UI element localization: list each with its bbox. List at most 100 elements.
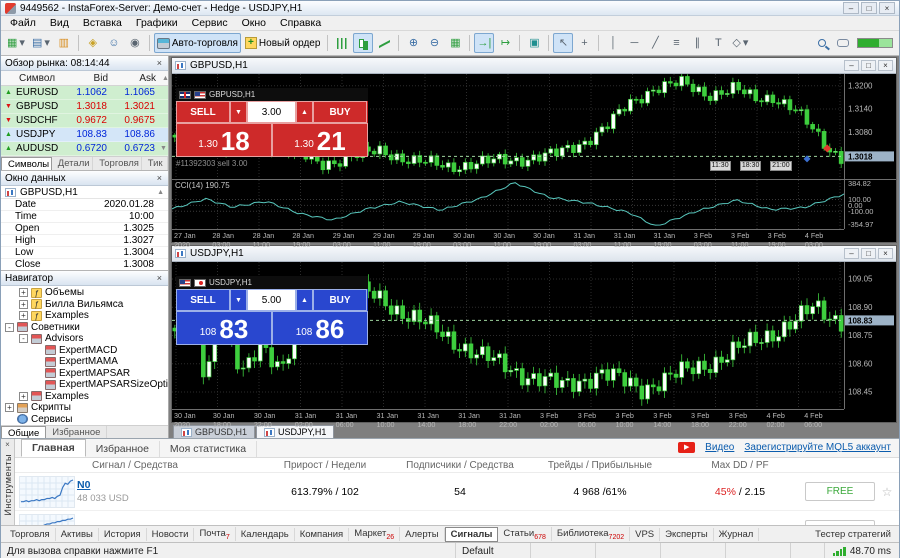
- sell-button[interactable]: SELL: [176, 101, 230, 123]
- navigator-item[interactable]: +ƒExamples: [1, 310, 168, 322]
- signal-link[interactable]: N0: [77, 479, 90, 491]
- fibo-button[interactable]: ≡: [666, 33, 686, 53]
- register-mql5-link[interactable]: Зарегистрируйте MQL5 аккаунт: [744, 442, 891, 453]
- toolbox-tab-Почта[interactable]: Почта7: [194, 527, 235, 542]
- broadcast-button[interactable]: ◉: [125, 33, 145, 53]
- search-button[interactable]: [812, 33, 832, 53]
- accounts-button[interactable]: ▥: [54, 33, 74, 53]
- close-icon[interactable]: ×: [155, 58, 164, 68]
- tile-windows-button[interactable]: ▦: [445, 33, 465, 53]
- minimize-button[interactable]: –: [844, 60, 859, 71]
- free-button[interactable]: FREE: [805, 482, 875, 501]
- toolbox-vertical-tab[interactable]: Инструменты: [3, 454, 13, 516]
- toolbox-tab-Журнал[interactable]: Журнал: [714, 528, 760, 541]
- toolbox-tab-Компания[interactable]: Компания: [295, 528, 349, 541]
- tab-Тик[interactable]: Тик: [142, 157, 168, 170]
- sell-price[interactable]: 10883: [176, 311, 272, 345]
- close-icon[interactable]: ×: [155, 273, 164, 283]
- maximize-button[interactable]: □: [861, 2, 877, 14]
- collapse-icon[interactable]: -: [19, 334, 28, 343]
- status-profile[interactable]: Default: [456, 543, 531, 558]
- market-watch-row[interactable]: ▲AUDUSD0.67200.6723▼: [1, 142, 168, 156]
- signal-row[interactable]: N048 033 USD613.79% / 102544 968 /61%45%…: [15, 473, 899, 511]
- candles-button[interactable]: [353, 33, 373, 53]
- close-button[interactable]: ×: [879, 2, 895, 14]
- text-button[interactable]: T: [708, 33, 728, 53]
- video-link[interactable]: Видео: [705, 442, 734, 453]
- maximize-button[interactable]: □: [861, 248, 876, 259]
- expand-icon[interactable]: +: [19, 311, 28, 320]
- market-watch-row[interactable]: ▲USDJPY108.83108.86: [1, 128, 168, 142]
- minimize-button[interactable]: –: [843, 2, 859, 14]
- toolbox-tab-Эксперты[interactable]: Эксперты: [660, 528, 714, 541]
- vertical-line-button[interactable]: │: [603, 33, 623, 53]
- deposit-button[interactable]: ◈: [83, 33, 103, 53]
- tab-Символы[interactable]: Символы: [1, 157, 52, 170]
- close-icon[interactable]: ×: [155, 173, 164, 183]
- tab-Моя статистика[interactable]: Моя статистика: [160, 441, 257, 457]
- scroll-up-icon[interactable]: ▲: [157, 189, 164, 196]
- tab-Торговля[interactable]: Торговля: [93, 157, 142, 170]
- toolbox-tab-Торговля[interactable]: Торговля: [5, 528, 56, 541]
- close-button[interactable]: ×: [878, 248, 893, 259]
- expand-icon[interactable]: +: [5, 403, 14, 412]
- toolbox-tab-Сигналы[interactable]: Сигналы: [445, 527, 499, 542]
- tab-Детали[interactable]: Детали: [52, 157, 93, 170]
- connection-meter[interactable]: [854, 33, 896, 53]
- scroll-up-icon[interactable]: ▲: [159, 75, 168, 82]
- expand-icon[interactable]: +: [19, 288, 28, 297]
- menu-item[interactable]: Сервис: [185, 17, 235, 29]
- volume-input[interactable]: 5.00: [247, 289, 296, 311]
- market-watch-row[interactable]: ▼GBPUSD1.30181.3021: [1, 100, 168, 114]
- trading-panel-header[interactable]: GBPUSD,H1: [176, 88, 368, 101]
- market-watch-row[interactable]: ▼USDCHF0.96720.9675: [1, 114, 168, 128]
- menu-item[interactable]: Графики: [129, 17, 185, 29]
- expand-icon[interactable]: +: [19, 300, 28, 309]
- tab-Избранное[interactable]: Избранное: [86, 441, 160, 457]
- toolbox-tab-Библиотека[interactable]: Библиотека7202: [552, 527, 630, 542]
- toolbox-tab-Календарь[interactable]: Календарь: [236, 528, 295, 541]
- toolbox-tab-Статьи[interactable]: Статьи678: [498, 527, 551, 542]
- collapse-icon[interactable]: -: [5, 323, 14, 332]
- channel-button[interactable]: ∥: [687, 33, 707, 53]
- navigator-item[interactable]: ExpertMAPSAR: [1, 368, 168, 380]
- trendline-button[interactable]: ╱: [645, 33, 665, 53]
- navigator-item[interactable]: +Скрипты: [1, 402, 168, 414]
- new-order-button[interactable]: +Новый ордер: [242, 33, 324, 53]
- close-icon[interactable]: ×: [5, 439, 10, 450]
- volume-decrease-button[interactable]: ▼: [230, 289, 247, 311]
- zoom-in-button[interactable]: ⊕: [403, 33, 423, 53]
- navigator-item[interactable]: +ƒБилла Вильямса: [1, 299, 168, 311]
- new-chart-button[interactable]: ▦▾: [4, 33, 28, 53]
- buy-button[interactable]: BUY: [313, 289, 367, 311]
- favorite-star-icon[interactable]: ☆: [875, 485, 899, 499]
- shapes-button[interactable]: ◇▾: [729, 33, 751, 53]
- sell-button[interactable]: SELL: [176, 289, 230, 311]
- signal-row[interactable]: Prospector Scalper EA201.54% / 912653 42…: [15, 511, 899, 525]
- community-button[interactable]: ☺: [104, 33, 124, 53]
- toolbox-tab-История[interactable]: История: [99, 528, 147, 541]
- maximize-button[interactable]: □: [861, 60, 876, 71]
- buy-price[interactable]: 1.3021: [272, 123, 368, 157]
- zoom-out-button[interactable]: ⊖: [424, 33, 444, 53]
- chat-button[interactable]: [833, 33, 853, 53]
- navigator-item[interactable]: +Examples: [1, 391, 168, 403]
- navigator-item[interactable]: ExpertMAMA: [1, 356, 168, 368]
- menu-item[interactable]: Окно: [235, 17, 273, 29]
- shift-end-button[interactable]: →|: [474, 33, 494, 53]
- navigator-item[interactable]: -Советники: [1, 322, 168, 334]
- toolbox-tab-Новости[interactable]: Новости: [147, 528, 195, 541]
- navigator-item[interactable]: ExpertMAPSARSizeOptim: [1, 379, 168, 391]
- toolbox-tab-VPS[interactable]: VPS: [630, 528, 660, 541]
- market-watch-row[interactable]: ▲EURUSD1.10621.1065: [1, 86, 168, 100]
- minimize-button[interactable]: –: [844, 248, 859, 259]
- toolbox-tab-Маркет[interactable]: Маркет26: [349, 527, 400, 542]
- video-icon[interactable]: ▶: [678, 442, 695, 453]
- menu-item[interactable]: Файл: [3, 17, 43, 29]
- menu-item[interactable]: Вставка: [76, 17, 129, 29]
- volume-increase-button[interactable]: ▲: [296, 101, 313, 123]
- menu-item[interactable]: Вид: [43, 17, 76, 29]
- trading-panel-header[interactable]: USDJPY,H1: [176, 276, 368, 289]
- sell-price[interactable]: 1.3018: [176, 123, 272, 157]
- chart-canvas[interactable]: 109.05108.90108.75108.60108.45108.83USDJ…: [172, 262, 896, 409]
